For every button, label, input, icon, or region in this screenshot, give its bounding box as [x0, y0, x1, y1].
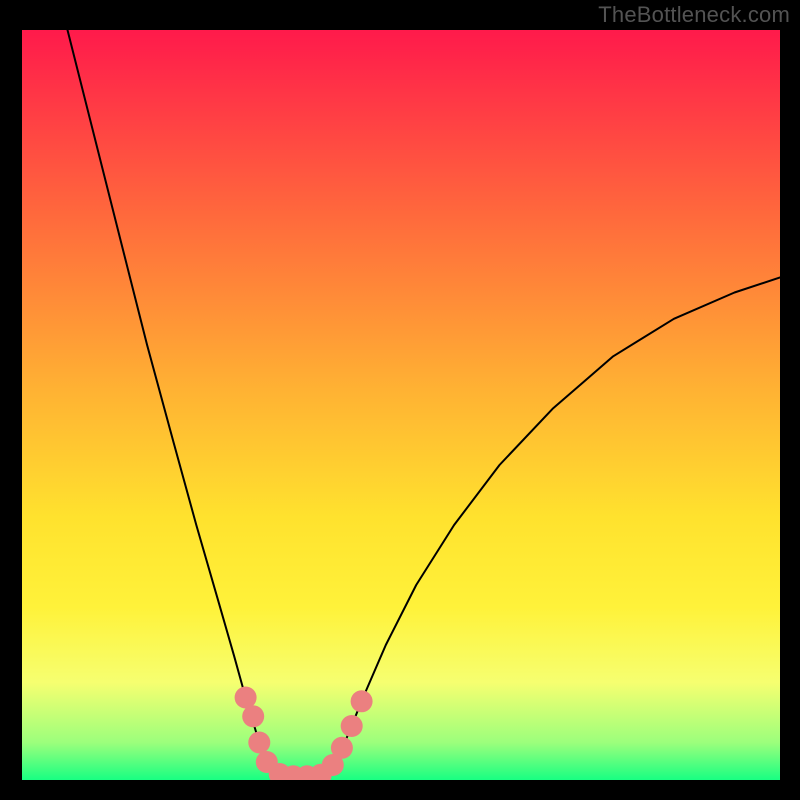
valley-dot: [351, 690, 373, 712]
valley-dot: [235, 687, 257, 709]
valley-dot: [248, 732, 270, 754]
chart-background: [22, 30, 780, 780]
attribution-text: TheBottleneck.com: [598, 2, 790, 28]
bottleneck-chart: [22, 30, 780, 780]
valley-dot: [242, 705, 264, 727]
valley-dot: [331, 737, 353, 759]
valley-dot: [341, 715, 363, 737]
plot-frame: [22, 30, 780, 780]
image-root: TheBottleneck.com: [0, 0, 800, 800]
